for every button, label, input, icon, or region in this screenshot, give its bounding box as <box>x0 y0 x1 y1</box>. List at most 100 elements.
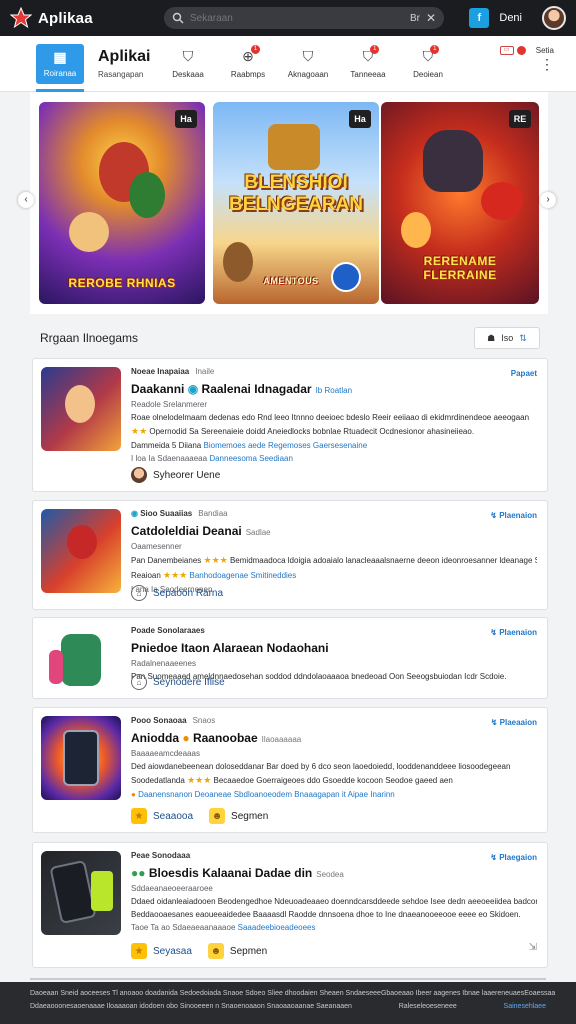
pin-icon[interactable]: ⇲ <box>529 942 537 953</box>
filter-button[interactable]: ☗ Iso ⇅ <box>474 327 540 349</box>
card-link[interactable]: Daanensnanon Deoaneae Sbdloanoeodem Bnaa… <box>138 790 340 799</box>
card-line-text: I loa Ia Sdaenaaaeaa <box>131 454 208 463</box>
card-action-link[interactable]: Papaet <box>511 369 537 378</box>
card-line: Readole Srelanmerer <box>131 400 208 409</box>
card-footer-text: Seyasaa <box>153 945 192 957</box>
smiley-icon: ☻ <box>209 808 226 824</box>
card-subcategory: Bandiaa <box>198 509 228 518</box>
card-line: Ded aiowdanebeenean doloseddanar Bar doe… <box>131 762 511 771</box>
card-footer[interactable]: ★ Seaaooa ☻ Segmen <box>131 808 268 824</box>
smiley-icon: ☻ <box>207 943 224 959</box>
footer-text: Gbaoeaao Ibeer aagenes Ibnae laaereneuae… <box>380 990 525 997</box>
badge-shield-icon <box>331 262 361 292</box>
toggle-icon: ▭ <box>499 46 514 55</box>
carousel-slide[interactable]: Ha BLENSHIOI BELNGEARAN AMENTOUS <box>213 102 379 304</box>
card-footer[interactable]: ⌂ Seynodere Iflise <box>131 674 225 690</box>
grid-icon: ▦ <box>53 49 67 65</box>
list-item[interactable]: Poade Sonolaraaes Pniedoe Itaon Alaraean… <box>32 617 548 699</box>
status-toggles[interactable]: ▭ <box>499 46 526 55</box>
verified-icon: ◉ <box>131 509 138 518</box>
card-line-text: Becaaedoe Goerraigeoes ddo Gsoedde kocoo… <box>213 776 453 785</box>
card-title-tag: Ib Roatlan <box>315 386 353 395</box>
card-line: Oaamesenner <box>131 542 182 551</box>
footer-link[interactable]: Sainesehlaee <box>504 1003 546 1010</box>
bag-icon: ⛉ <box>302 48 314 64</box>
card-action-link[interactable]: ↯ Plaegaion <box>490 853 537 862</box>
list-item[interactable]: ◉ Sioo Suaaiias Bandiaa Catdoleldiai Dean… <box>32 500 548 610</box>
card-title-part: Raalenai Idnagadar <box>201 382 312 396</box>
carousel-slide[interactable]: RE RERENAME FLERRAINE <box>381 102 539 304</box>
slide-title: REROBE RHNIAS <box>68 276 176 290</box>
card-link[interactable]: Banhodoagenae Smitineddies <box>190 571 297 580</box>
nav-home-tab[interactable]: ▦ Roiranaa <box>36 44 84 92</box>
search-input[interactable] <box>190 12 404 24</box>
card-line-text: Pan Danembeianes <box>131 556 202 565</box>
card-link[interactable]: Saaadeebioeadeoees <box>238 923 316 932</box>
list-item[interactable]: Pooo Sonaoaa Snaos Aniodda ● Raanoobae Ila… <box>32 707 548 833</box>
nav-item-3[interactable]: ⛉ Aknagoaan <box>278 48 338 79</box>
search-bar[interactable]: Br ✕ <box>164 7 444 29</box>
bag-icon: ⛉ 1 <box>423 45 440 66</box>
user-name[interactable]: Deni <box>499 12 522 24</box>
nav-item-5[interactable]: ⛉ 1 Deoiean <box>398 45 458 79</box>
avatar[interactable] <box>542 6 566 30</box>
slide-title: RERENAME FLERRAINE <box>423 254 497 282</box>
section-header: Rrgaan Ilnoegams ☗ Iso ⇅ <box>32 324 548 352</box>
nav-item-1[interactable]: ⛉ Deskaaa <box>158 48 218 79</box>
nav-item-4[interactable]: ⛉ 1 Tanneeaa <box>338 45 398 79</box>
list-item[interactable]: Noeae Inapaiaa Inaile Daakanni ◉ Raalenai… <box>32 358 548 492</box>
boxing-glove-icon <box>481 182 523 220</box>
card-category: Pooo Sonaoaa <box>131 716 187 725</box>
card-title-tag: Sadlae <box>245 528 271 537</box>
app-thumbnail <box>41 509 121 593</box>
carousel-next-arrow[interactable]: › <box>540 192 556 208</box>
card-footer[interactable]: Syheorer Uene <box>131 467 220 483</box>
card-title-tag: Ilaoaaaaaa <box>261 735 302 744</box>
smartphone-icon <box>63 730 99 786</box>
card-action-link[interactable]: ↯ Plaenaion <box>490 628 537 637</box>
user-avatar-icon <box>131 467 147 483</box>
card-footer[interactable]: ⌂ Sepaoon Rarna <box>131 585 223 601</box>
carousel-slide[interactable]: Ha REROBE RHNIAS <box>39 102 205 304</box>
card-link[interactable]: Danneesoma Seediaan <box>209 454 293 463</box>
card-line: Radalnenaaeenes <box>131 659 196 668</box>
settings-label[interactable]: Setia <box>536 46 554 55</box>
search-shortcut: Br <box>409 12 420 24</box>
card-action-link[interactable]: ↯ Plaeaaion <box>491 718 537 727</box>
app-tile-icon[interactable]: f <box>469 8 490 28</box>
more-options-icon[interactable]: ⋮ <box>536 57 554 71</box>
gamepad-icon <box>61 634 101 686</box>
star-logo-icon <box>10 7 32 29</box>
rating-stars-icon: ★★★ <box>187 775 212 785</box>
hero-figure <box>65 385 95 423</box>
card-footer[interactable]: ★ Seyasaa ☻ Sepmen <box>131 943 267 959</box>
featured-carousel: Ha REROBE RHNIAS Ha BLENSHIOI BELNGEARAN… <box>18 92 556 314</box>
search-icon <box>172 12 184 24</box>
card-category: Peae Sonodaaa <box>131 851 191 860</box>
card-link[interactable]: it Aipae Inarinn <box>342 790 395 799</box>
card-action-link[interactable]: ↯ Plaenaion <box>490 511 537 520</box>
card-title: ●● Bloesdis Kalaanai Dadae din Seodea <box>131 866 537 880</box>
carousel-prev-arrow[interactable]: ‹ <box>18 192 34 208</box>
card-footer-text: Seynodere Iflise <box>153 676 225 688</box>
card-title-tag: Seodea <box>316 870 344 879</box>
sort-icon: ⇅ <box>519 332 527 343</box>
card-meta: Poade Sonolaraaes <box>131 626 537 635</box>
nav-right-controls: ▭ Setia ⋮ <box>499 46 554 71</box>
clear-search-icon[interactable]: ✕ <box>426 11 436 25</box>
card-link[interactable]: Biomemoes aede Regemoses Gaersesenaine <box>204 441 368 450</box>
filter-icon: ☗ <box>487 332 496 343</box>
list-item[interactable]: Peae Sonodaaa ●● Bloesdis Kalaanai Dadae… <box>32 842 548 968</box>
card-line: Ddaed oidanleaiadooen Beodengedhoe Ndeuo… <box>131 897 537 906</box>
app-logo[interactable]: Aplikaa <box>10 7 160 29</box>
alert-dot-icon: ● <box>131 790 136 799</box>
card-category: Noeae Inapaiaa <box>131 367 190 376</box>
rating-stars-icon: ★★★ <box>163 570 188 580</box>
nav-item-2[interactable]: ⊕ 1 Raabmps <box>218 45 278 79</box>
hero-figure <box>223 242 253 282</box>
card-title: Pniedoe Itaon Alaraean Nodaohani <box>131 641 329 655</box>
card-line: Reaioan ★★★ Banhodoagenae Smitineddies <box>131 570 537 581</box>
card-footer-text: Seaaooa <box>153 810 194 822</box>
bag-icon: ⛉ <box>182 48 194 64</box>
card-line: Sddaeanaeoeeraaroee <box>131 884 213 893</box>
